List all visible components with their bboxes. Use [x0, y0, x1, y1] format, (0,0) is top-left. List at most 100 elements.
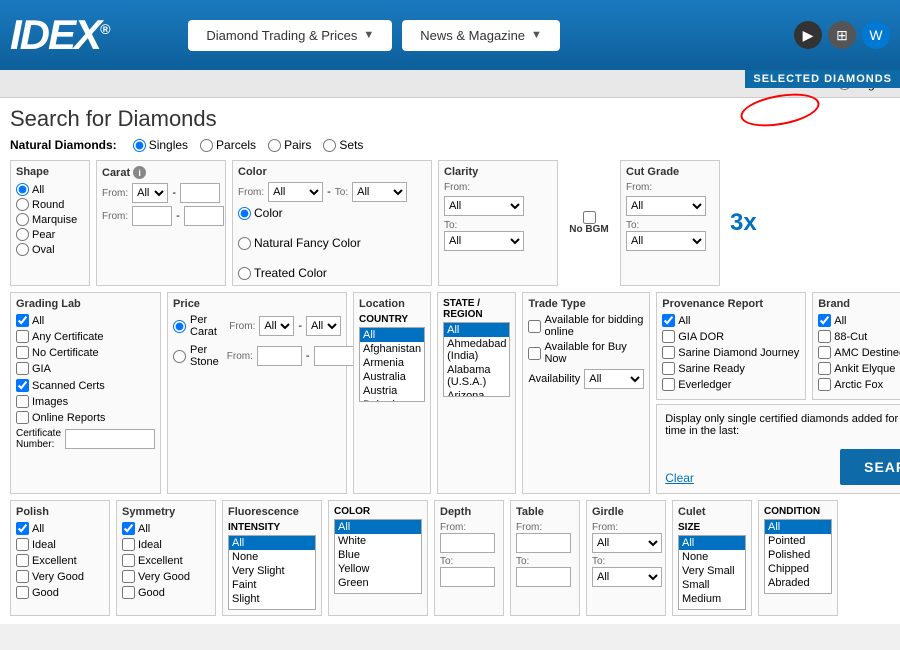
color-all[interactable]: All — [335, 520, 421, 534]
singles-option[interactable]: Singles — [133, 138, 188, 152]
search-button[interactable]: SEARCH — [840, 449, 900, 485]
nav-news-magazine[interactable]: News & Magazine ▼ — [402, 20, 560, 51]
table-from-input[interactable] — [516, 533, 571, 553]
clarity-from-select[interactable]: All — [444, 196, 524, 216]
sym-very-good[interactable]: Very Good — [122, 570, 210, 583]
cut-to-select[interactable]: All — [626, 231, 706, 251]
girdle-to-select[interactable]: All — [592, 567, 662, 587]
color-radio[interactable]: Color — [238, 206, 426, 220]
brand-arctic[interactable]: Arctic Fox — [818, 378, 900, 391]
cond-all[interactable]: All — [765, 520, 831, 534]
country-list[interactable]: All Afghanistan Armenia Australia Austri… — [359, 327, 425, 402]
price-to-select[interactable]: All — [306, 316, 341, 336]
per-carat-radio[interactable] — [173, 320, 186, 333]
fluor-faint[interactable]: Faint — [229, 578, 315, 592]
brand-ankit[interactable]: Ankit Elyque — [818, 362, 900, 375]
carat-to-input[interactable] — [180, 183, 220, 203]
culet-medium[interactable]: Medium — [679, 592, 745, 606]
culet-very-small[interactable]: Very Small — [679, 564, 745, 578]
grading-all[interactable]: All — [16, 314, 155, 327]
country-australia[interactable]: Australia — [360, 370, 424, 384]
prov-all[interactable]: All — [662, 314, 800, 327]
culet-list[interactable]: All None Very Small Small Medium — [678, 535, 746, 610]
fluor-none[interactable]: None — [229, 550, 315, 564]
brand-88cut[interactable]: 88-Cut — [818, 330, 900, 343]
shape-all[interactable]: All — [16, 182, 84, 197]
culet-none[interactable]: None — [679, 550, 745, 564]
polish-good[interactable]: Good — [16, 586, 104, 599]
clear-link[interactable]: Clear — [665, 471, 694, 485]
country-all[interactable]: All — [360, 328, 424, 342]
cut-from-select[interactable]: All — [626, 196, 706, 216]
cond-polished[interactable]: Polished — [765, 548, 831, 562]
carat-to2-input[interactable] — [184, 206, 224, 226]
price-from-select[interactable]: All — [259, 316, 294, 336]
fluor-list[interactable]: All None Very Slight Faint Slight — [228, 535, 316, 610]
natural-fancy-radio[interactable]: Natural Fancy Color — [238, 236, 426, 250]
buy-now-checkbox[interactable]: Available for Buy Now — [528, 341, 644, 365]
cond-abraded[interactable]: Abraded — [765, 576, 831, 590]
per-stone-from[interactable] — [257, 346, 302, 366]
sym-good[interactable]: Good — [122, 586, 210, 599]
prov-sarine-ready[interactable]: Sarine Ready — [662, 362, 800, 375]
availability-select[interactable]: All — [584, 369, 644, 389]
treated-color-radio[interactable]: Treated Color — [238, 266, 426, 280]
play-store-icon[interactable]: ▶ — [794, 21, 822, 49]
color-to-select[interactable]: All — [352, 182, 407, 202]
condition-list[interactable]: All Pointed Polished Chipped Abraded — [764, 519, 832, 594]
carat-from-select[interactable]: All — [132, 183, 168, 203]
sym-excellent[interactable]: Excellent — [122, 554, 210, 567]
color-white[interactable]: White — [335, 534, 421, 548]
culet-small[interactable]: Small — [679, 578, 745, 592]
images-checkbox[interactable]: Images — [16, 395, 155, 408]
pairs-option[interactable]: Pairs — [268, 138, 311, 152]
bidding-online-checkbox[interactable]: Available for bidding online — [528, 314, 644, 338]
windows-icon[interactable]: W — [862, 21, 890, 49]
shape-pear[interactable]: Pear — [16, 227, 84, 242]
state-arizona[interactable]: Arizona (U.S.A.) — [444, 389, 509, 397]
color-filter-list[interactable]: All White Blue Yellow Green — [334, 519, 422, 594]
polish-very-good[interactable]: Very Good — [16, 570, 104, 583]
sym-ideal[interactable]: Ideal — [122, 538, 210, 551]
state-alabama[interactable]: Alabama (U.S.A.) — [444, 363, 509, 389]
per-stone-radio[interactable] — [173, 350, 186, 363]
apple-store-icon[interactable]: ⊞ — [828, 21, 856, 49]
clarity-to-select[interactable]: All — [444, 231, 524, 251]
country-austria[interactable]: Austria — [360, 384, 424, 398]
color-green[interactable]: Green — [335, 576, 421, 590]
color-from-select[interactable]: All — [268, 182, 323, 202]
no-bgm-checkbox[interactable] — [583, 211, 596, 224]
culet-all[interactable]: All — [679, 536, 745, 550]
state-all[interactable]: All — [444, 323, 509, 337]
grading-any-cert[interactable]: Any Certificate — [16, 330, 155, 343]
polish-excellent[interactable]: Excellent — [16, 554, 104, 567]
country-afghanistan[interactable]: Afghanistan — [360, 342, 424, 356]
shape-round[interactable]: Round — [16, 197, 84, 212]
grading-no-cert[interactable]: No Certificate — [16, 346, 155, 359]
grading-gia[interactable]: GIA — [16, 362, 155, 375]
per-stone-to[interactable] — [314, 346, 359, 366]
polish-ideal[interactable]: Ideal — [16, 538, 104, 551]
sets-option[interactable]: Sets — [323, 138, 363, 152]
country-armenia[interactable]: Armenia — [360, 356, 424, 370]
brand-amc[interactable]: AMC Destinee — [818, 346, 900, 359]
scanned-certs-checkbox[interactable]: Scanned Certs — [16, 379, 155, 392]
carat-from2-input[interactable] — [132, 206, 172, 226]
shape-oval[interactable]: Oval — [16, 242, 84, 257]
cond-pointed[interactable]: Pointed — [765, 534, 831, 548]
state-list[interactable]: All Ahmedabad (India) Alabama (U.S.A.) A… — [443, 322, 510, 397]
fluor-all[interactable]: All — [229, 536, 315, 550]
shape-marquise[interactable]: Marquise — [16, 212, 84, 227]
parcels-option[interactable]: Parcels — [200, 138, 256, 152]
table-to-input[interactable] — [516, 567, 571, 587]
cert-number-input[interactable] — [65, 429, 155, 449]
depth-to-input[interactable] — [440, 567, 495, 587]
country-bahrain[interactable]: Bahrain — [360, 398, 424, 402]
online-reports-checkbox[interactable]: Online Reports — [16, 411, 155, 424]
fluor-slight[interactable]: Slight — [229, 592, 315, 606]
prov-sarine-journey[interactable]: Sarine Diamond Journey — [662, 346, 800, 359]
sym-all[interactable]: All — [122, 522, 210, 535]
cond-chipped[interactable]: Chipped — [765, 562, 831, 576]
color-yellow[interactable]: Yellow — [335, 562, 421, 576]
fluor-very-slight[interactable]: Very Slight — [229, 564, 315, 578]
